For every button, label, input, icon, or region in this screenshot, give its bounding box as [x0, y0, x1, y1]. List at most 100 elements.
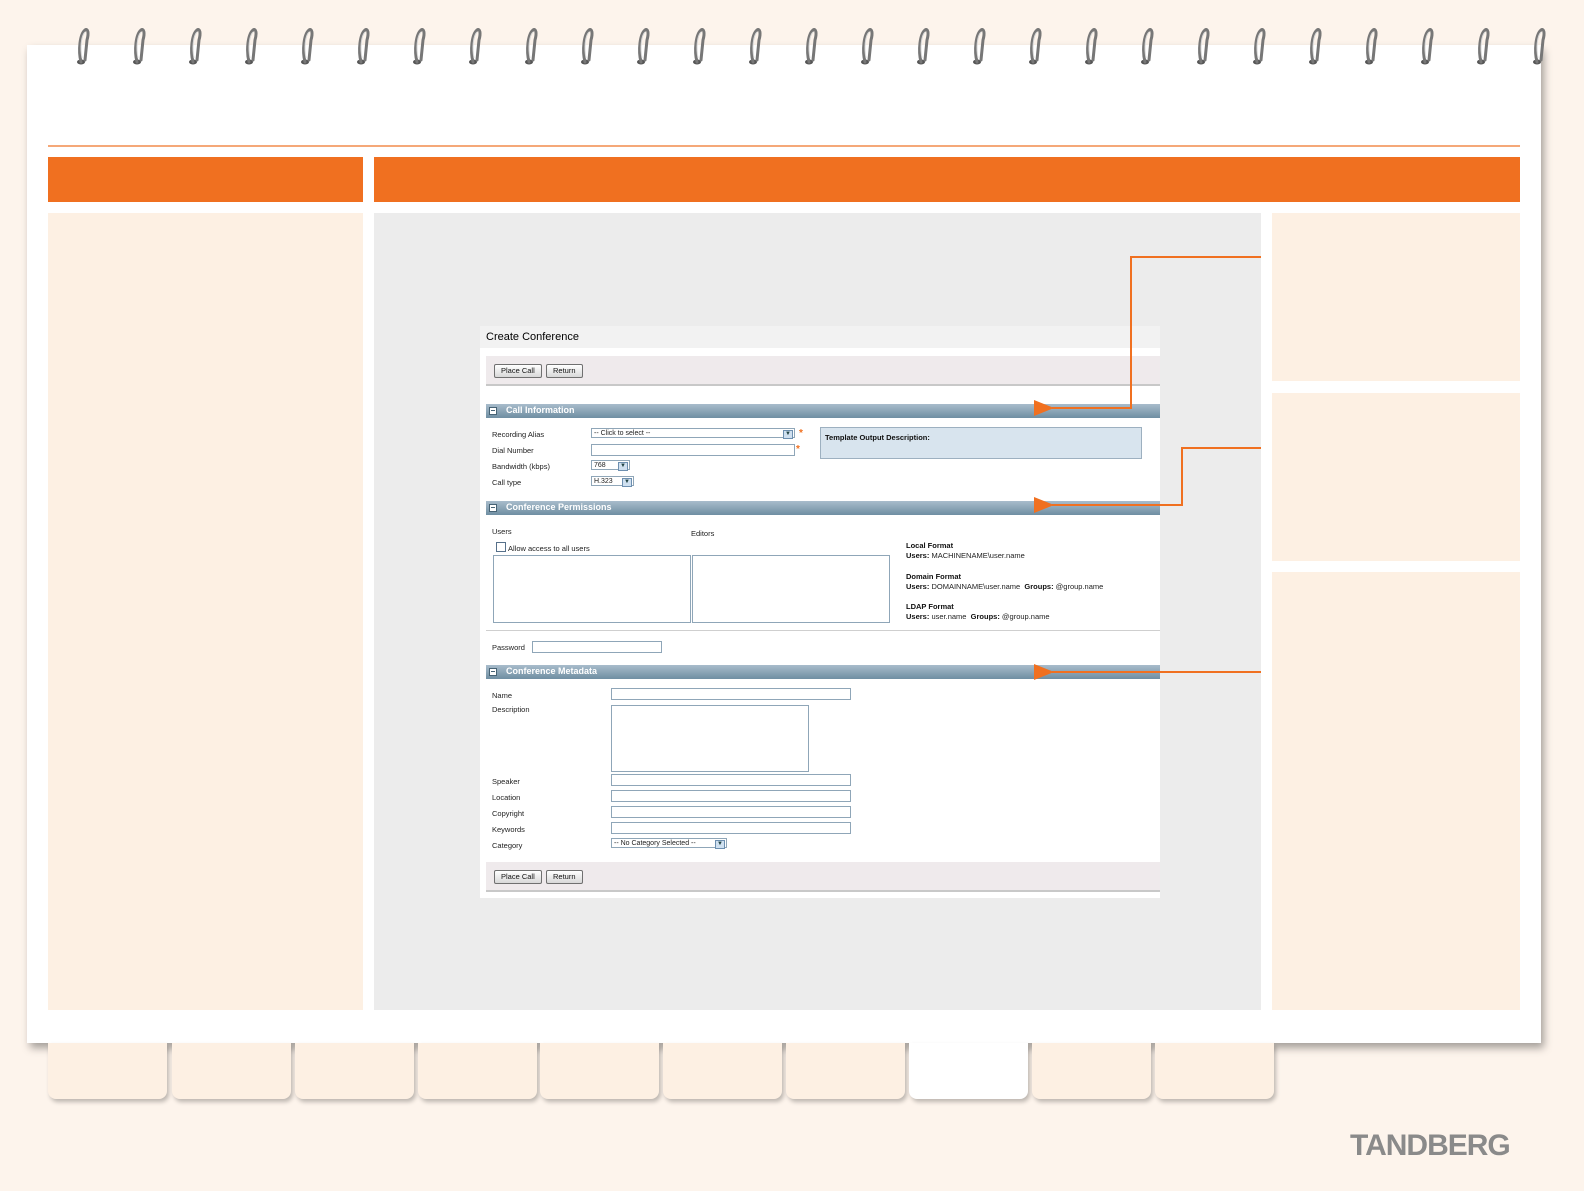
bandwidth-select[interactable]: 768 ▼	[591, 460, 630, 471]
location-input[interactable]	[611, 790, 851, 802]
tab-1[interactable]	[48, 1043, 167, 1099]
asterisk-icon: *	[799, 428, 803, 439]
return-button[interactable]: Return	[546, 870, 583, 884]
chevron-down-icon[interactable]: ▼	[618, 462, 628, 471]
binding-ring	[693, 28, 706, 65]
section-title: Conference Permissions	[506, 502, 612, 512]
local-format-users: Users: MACHINENAME\user.name	[906, 551, 1025, 560]
ldap-format-title: LDAP Format	[906, 602, 954, 611]
users-value: DOMAINNAME\user.name	[931, 582, 1021, 591]
recording-alias-label: Recording Alias	[492, 430, 545, 439]
tab-5[interactable]	[540, 1043, 659, 1099]
groups-value: @group.name	[1001, 612, 1050, 621]
tab-7[interactable]	[786, 1043, 905, 1099]
category-label: Category	[492, 841, 523, 850]
create-conference-screenshot: Create Conference Place Call Return Call…	[480, 326, 1160, 898]
tab-3[interactable]	[295, 1043, 414, 1099]
speaker-input[interactable]	[611, 774, 851, 786]
template-output-label: Template Output Description:	[825, 433, 930, 442]
left-text-panel	[48, 213, 363, 1010]
tab-8-active[interactable]	[909, 1043, 1028, 1099]
description-label: Description	[492, 705, 530, 714]
recording-alias-value: -- Click to select --	[594, 430, 651, 437]
binding-ring	[1197, 28, 1210, 65]
speaker-label: Speaker	[492, 777, 520, 786]
spiral-binding	[77, 28, 1546, 65]
callout-note-call-information	[1272, 213, 1520, 381]
binding-ring	[1365, 28, 1378, 65]
binding-ring	[1085, 28, 1098, 65]
place-call-button[interactable]: Place Call	[494, 870, 542, 884]
ldap-format-line: Users: user.name Groups: @group.name	[906, 612, 1050, 621]
chevron-down-icon[interactable]: ▼	[783, 430, 793, 439]
chevron-down-icon[interactable]: ▼	[715, 840, 725, 849]
editors-listbox[interactable]	[692, 555, 890, 623]
call-type-value: H.323	[594, 478, 613, 485]
recording-alias-select[interactable]: -- Click to select -- ▼	[591, 428, 795, 439]
binding-ring	[917, 28, 930, 65]
binding-ring	[1533, 28, 1546, 65]
tab-9[interactable]	[1032, 1043, 1151, 1099]
binding-ring	[805, 28, 818, 65]
tab-6[interactable]	[663, 1043, 782, 1099]
description-textarea[interactable]	[611, 705, 809, 772]
binding-ring	[749, 28, 762, 65]
groups-value: @group.name	[1055, 582, 1104, 591]
call-type-label: Call type	[492, 478, 522, 487]
binding-ring	[1029, 28, 1042, 65]
section-header-call-information[interactable]: Call Information	[486, 404, 1160, 418]
location-label: Location	[492, 793, 521, 802]
binding-ring	[1141, 28, 1154, 65]
copyright-label: Copyright	[492, 809, 525, 818]
allow-all-checkbox[interactable]	[496, 542, 506, 552]
users-value: MACHINENAME\user.name	[931, 551, 1025, 560]
category-value: -- No Category Selected --	[614, 840, 696, 847]
domain-format-line: Users: DOMAINNAME\user.name Groups: @gro…	[906, 582, 1103, 591]
name-input[interactable]	[611, 688, 851, 700]
section-header-conference-permissions[interactable]: Conference Permissions	[486, 501, 1160, 515]
chevron-down-icon[interactable]: ▼	[622, 478, 632, 487]
binding-ring	[525, 28, 538, 65]
users-key: Users:	[906, 612, 930, 621]
binding-ring	[1309, 28, 1322, 65]
return-button[interactable]: Return	[546, 364, 583, 378]
binding-ring	[133, 28, 146, 65]
binding-ring	[973, 28, 986, 65]
binding-ring	[77, 28, 90, 65]
keywords-input[interactable]	[611, 822, 851, 834]
binding-ring	[637, 28, 650, 65]
collapse-icon[interactable]	[489, 504, 497, 512]
section-header-conference-metadata[interactable]: Conference Metadata	[486, 665, 1160, 679]
call-type-select[interactable]: H.323 ▼	[591, 476, 634, 487]
left-header-bar	[48, 157, 363, 202]
header-rule	[48, 145, 1520, 147]
bottom-toolbar: Place Call Return	[486, 862, 1160, 892]
users-key: Users:	[906, 551, 930, 560]
binding-ring	[861, 28, 874, 65]
tab-4[interactable]	[418, 1043, 537, 1099]
page-title: Create Conference	[486, 331, 579, 343]
users-listbox[interactable]	[493, 555, 691, 623]
dial-number-input[interactable]	[591, 444, 795, 456]
divider	[486, 630, 1160, 631]
binding-ring	[301, 28, 314, 65]
section-title: Call Information	[506, 405, 575, 415]
users-label: Users	[492, 527, 512, 536]
top-toolbar: Place Call Return	[486, 356, 1160, 386]
password-input[interactable]	[532, 641, 662, 653]
binding-ring	[1477, 28, 1490, 65]
allow-all-label: Allow access to all users	[508, 544, 590, 553]
brand-logo: TANDBERG	[1350, 1129, 1511, 1162]
copyright-input[interactable]	[611, 806, 851, 818]
groups-key: Groups:	[970, 612, 1000, 621]
collapse-icon[interactable]	[489, 668, 497, 676]
binding-ring	[581, 28, 594, 65]
category-select[interactable]: -- No Category Selected -- ▼	[611, 838, 727, 849]
collapse-icon[interactable]	[489, 407, 497, 415]
groups-key: Groups:	[1024, 582, 1054, 591]
tab-10[interactable]	[1155, 1043, 1274, 1099]
tab-2[interactable]	[172, 1043, 291, 1099]
binding-ring	[413, 28, 426, 65]
binding-ring	[1421, 28, 1434, 65]
place-call-button[interactable]: Place Call	[494, 364, 542, 378]
